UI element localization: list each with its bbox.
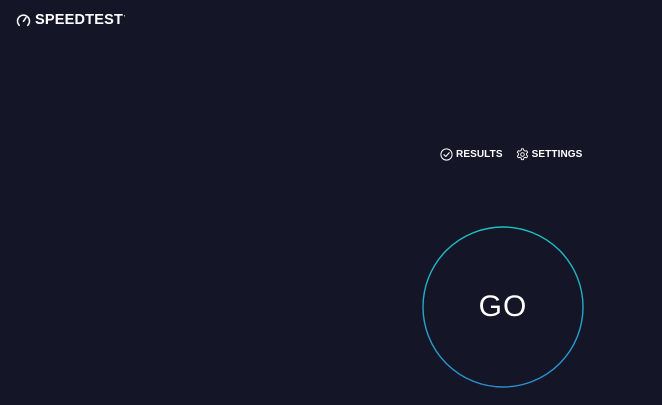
top-nav: RESULTS SETTINGS xyxy=(440,148,582,161)
go-button[interactable]: GO xyxy=(422,226,584,388)
logo-text: SPEEDTEST xyxy=(35,12,124,28)
speedtest-logo[interactable]: SPEEDTEST ' xyxy=(16,11,125,29)
results-link[interactable]: RESULTS xyxy=(440,148,503,161)
speedtest-page: SPEEDTEST ' RESULTS SETTINGS GO xyxy=(0,0,662,405)
go-label: GO xyxy=(478,290,528,323)
checkmark-circle-icon xyxy=(440,148,453,161)
settings-link[interactable]: SETTINGS xyxy=(516,148,583,161)
settings-label: SETTINGS xyxy=(531,149,583,160)
results-label: RESULTS xyxy=(456,149,503,160)
gauge-icon xyxy=(16,13,31,28)
gear-icon xyxy=(516,148,529,161)
logo-trademark: ' xyxy=(124,14,126,22)
